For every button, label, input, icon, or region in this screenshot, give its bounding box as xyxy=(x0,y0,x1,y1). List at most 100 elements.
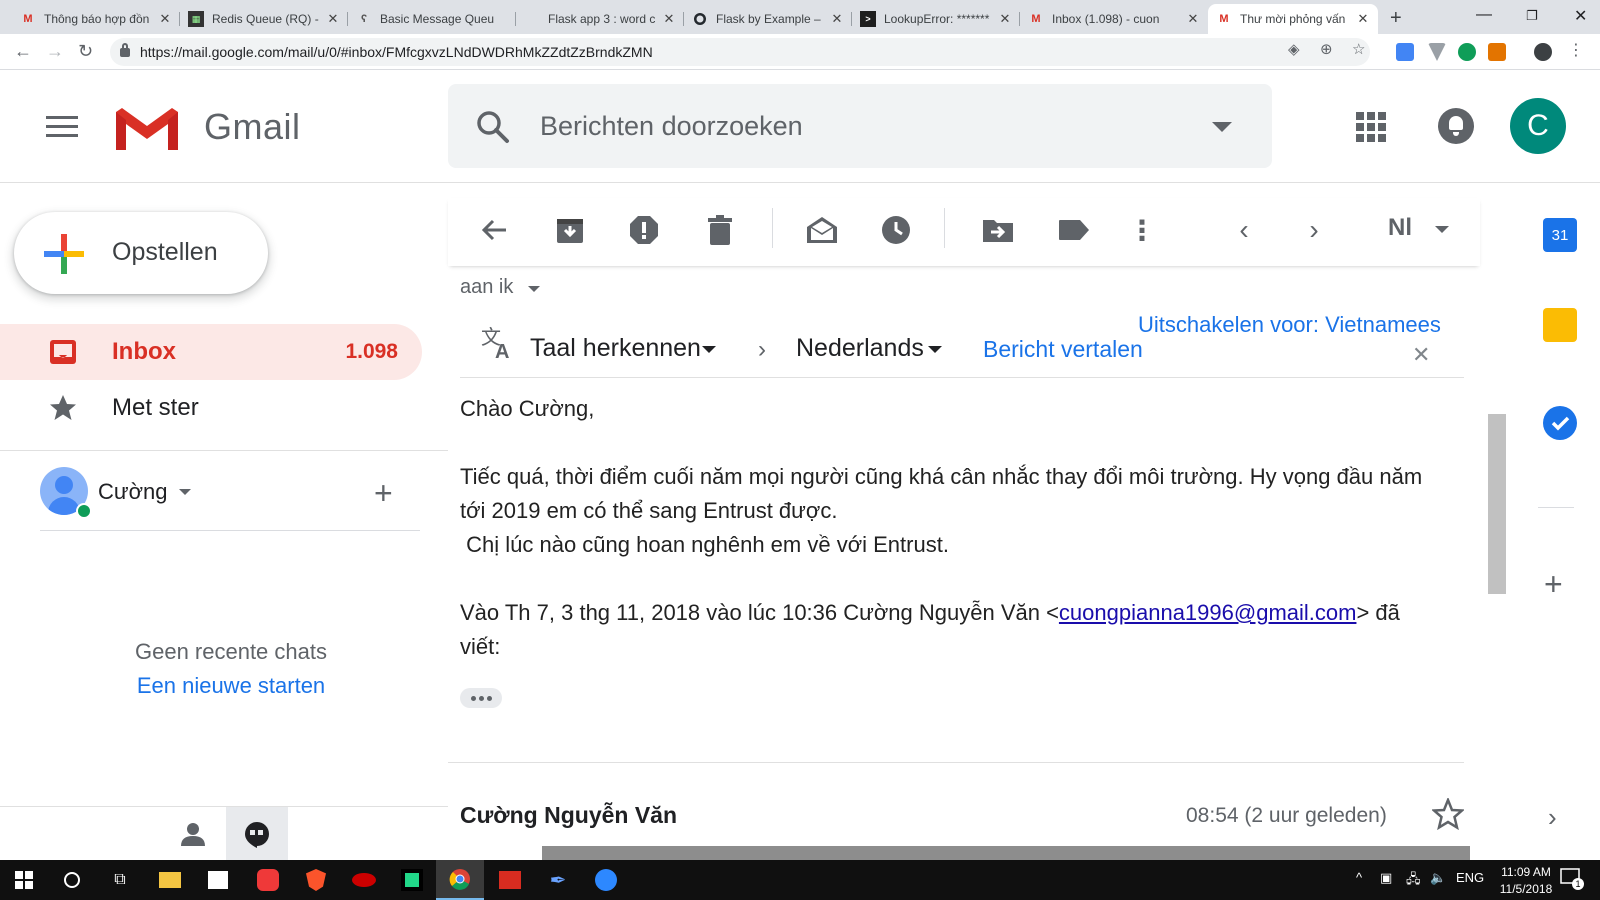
close-tab-icon[interactable]: ✕ xyxy=(830,11,844,27)
messenger-icon[interactable] xyxy=(582,860,630,900)
restore-icon[interactable]: ❐ xyxy=(1526,8,1538,24)
bookmark-star-icon[interactable]: ☆ xyxy=(1352,40,1365,58)
close-icon[interactable]: ✕ xyxy=(1412,342,1430,368)
sidebar-item-starred[interactable]: Met ster xyxy=(0,380,422,436)
translate-extension-icon[interactable] xyxy=(1396,43,1414,61)
game-app-icon[interactable] xyxy=(340,860,388,900)
chrome-menu-icon[interactable]: ⋮ xyxy=(1568,40,1584,59)
vivaldi-icon[interactable] xyxy=(244,860,292,900)
store-icon[interactable] xyxy=(194,860,242,900)
browser-tab[interactable]: Flask app 3 : word c ✕ xyxy=(516,4,684,34)
contacts-tab[interactable] xyxy=(164,807,222,861)
clock-time[interactable]: 11:09 AM xyxy=(1494,865,1558,879)
older-chevron-right-icon[interactable]: › xyxy=(1296,212,1332,248)
pycharm-icon[interactable] xyxy=(388,860,436,900)
show-hidden-icons-icon[interactable]: ^ xyxy=(1356,870,1362,885)
report-spam-button[interactable] xyxy=(626,212,662,248)
disable-translation-link[interactable]: Uitschakelen voor: Vietnamees xyxy=(1138,312,1441,338)
close-tab-icon[interactable]: ✕ xyxy=(662,11,676,27)
close-tab-icon[interactable]: ✕ xyxy=(326,11,340,27)
security-tray-icon[interactable]: ▣ xyxy=(1380,870,1392,886)
get-addons-plus-icon[interactable]: + xyxy=(1544,566,1563,603)
archive-button[interactable] xyxy=(552,212,588,248)
snooze-button[interactable] xyxy=(878,212,914,248)
chevron-down-icon[interactable] xyxy=(1435,226,1449,233)
hangouts-tab[interactable] xyxy=(226,807,288,861)
back-to-inbox-button[interactable] xyxy=(476,212,512,248)
newer-chevron-left-icon[interactable]: ‹ xyxy=(1226,212,1262,248)
sender-name[interactable]: Cường Nguyễn Văn xyxy=(460,802,677,829)
keep-lightbulb-icon[interactable] xyxy=(1543,308,1577,342)
close-window-icon[interactable]: ✕ xyxy=(1574,6,1587,26)
cast-icon[interactable]: ◈ xyxy=(1288,40,1300,58)
close-tab-icon[interactable]: ✕ xyxy=(1186,11,1200,27)
search-options-chevron-icon[interactable] xyxy=(1212,122,1232,132)
start-new-chat-link[interactable]: Een nieuwe starten xyxy=(0,673,462,699)
tasks-check-icon[interactable] xyxy=(1543,406,1577,440)
browser-tab[interactable]: Flask by Example – ✕ xyxy=(684,4,852,34)
notifications-bell-icon[interactable] xyxy=(1438,108,1474,144)
volume-icon[interactable]: 🔈 xyxy=(1430,870,1446,886)
reload-icon[interactable]: ↻ xyxy=(78,41,93,62)
action-center-icon[interactable]: 1 xyxy=(1560,868,1584,892)
windows-start-icon[interactable] xyxy=(0,860,48,900)
detect-language-dropdown[interactable]: Taal herkennen xyxy=(530,334,701,363)
translate-message-link[interactable]: Bericht vertalen xyxy=(983,336,1143,363)
calendar-icon[interactable]: 31 xyxy=(1543,218,1577,252)
main-menu-icon[interactable] xyxy=(46,116,78,138)
delete-button[interactable] xyxy=(702,212,738,248)
minimize-icon[interactable]: — xyxy=(1476,6,1492,24)
chevron-down-icon[interactable] xyxy=(928,346,942,353)
chrome-icon[interactable] xyxy=(436,860,484,900)
browser-tab[interactable]: M Inbox (1.098) - cuon ✕ xyxy=(1020,4,1208,34)
browser-tab[interactable]: ʕ Basic Message Queu xyxy=(348,4,516,34)
account-avatar[interactable]: C xyxy=(1510,98,1566,154)
google-apps-icon[interactable] xyxy=(1356,112,1386,142)
chevron-down-icon[interactable] xyxy=(179,489,191,495)
browser-tab[interactable]: > LookupError: ******* ✕ xyxy=(852,4,1020,34)
mark-unread-button[interactable] xyxy=(804,212,840,248)
target-language-dropdown[interactable]: Nederlands xyxy=(796,334,924,363)
clock-date[interactable]: 11/5/2018 xyxy=(1494,882,1558,896)
labels-button[interactable] xyxy=(1056,212,1092,248)
search-bar[interactable] xyxy=(448,84,1272,168)
more-options-icon[interactable]: ⋮ xyxy=(1124,212,1160,248)
zoom-icon[interactable]: ⊕ xyxy=(1320,40,1333,58)
search-circle-icon[interactable] xyxy=(48,860,96,900)
network-icon[interactable]: 🖧 xyxy=(1406,870,1421,892)
fox-extension-icon[interactable] xyxy=(1488,43,1506,61)
feather-pen-icon[interactable]: ✒ xyxy=(534,860,582,900)
task-view-icon[interactable]: ⧉ xyxy=(96,860,144,900)
browser-tab[interactable]: M Thông báo hợp đồn ✕ xyxy=(12,4,180,34)
show-details-chevron-icon[interactable] xyxy=(528,286,540,292)
scrollbar-thumb[interactable] xyxy=(1488,414,1506,594)
compose-button[interactable]: Opstellen xyxy=(14,212,268,294)
close-tab-icon[interactable]: ✕ xyxy=(998,11,1012,27)
gmail-logo[interactable] xyxy=(114,104,180,152)
expand-panel-chevron-icon[interactable]: › xyxy=(1548,802,1557,833)
close-tab-icon[interactable]: ✕ xyxy=(1356,11,1370,27)
browser-tab[interactable]: ▦ Redis Queue (RQ) - ✕ xyxy=(180,4,348,34)
forward-icon[interactable]: → xyxy=(46,41,64,62)
back-icon[interactable]: ← xyxy=(14,41,32,62)
chevron-down-icon[interactable] xyxy=(702,346,716,353)
quoted-email-link[interactable]: cuongpianna1996@gmail.com xyxy=(1059,600,1357,625)
redis-desktop-icon[interactable] xyxy=(486,860,534,900)
close-tab-icon[interactable]: ✕ xyxy=(158,11,172,27)
recipient-details[interactable]: aan ik xyxy=(460,276,513,299)
hangouts-user[interactable]: Cường + xyxy=(40,467,420,531)
input-language-selector[interactable]: Nl xyxy=(1388,214,1412,242)
file-explorer-icon[interactable] xyxy=(146,860,194,900)
address-bar[interactable]: https://mail.google.com/mail/u/0/#inbox/… xyxy=(110,38,1370,66)
brave-icon[interactable] xyxy=(292,860,340,900)
input-language-indicator[interactable]: ENG xyxy=(1456,870,1484,885)
search-icon[interactable] xyxy=(476,110,510,144)
profile-extension-icon[interactable] xyxy=(1534,43,1552,61)
star-icon[interactable] xyxy=(1432,798,1464,830)
new-conversation-plus-icon[interactable]: + xyxy=(374,477,393,509)
move-to-button[interactable] xyxy=(980,212,1016,248)
new-tab-button[interactable]: + xyxy=(1390,7,1402,30)
browser-tab-active[interactable]: M Thư mời phỏng vấn ✕ xyxy=(1208,4,1378,34)
show-trimmed-content-button[interactable] xyxy=(460,688,502,708)
search-input[interactable] xyxy=(540,106,1180,146)
